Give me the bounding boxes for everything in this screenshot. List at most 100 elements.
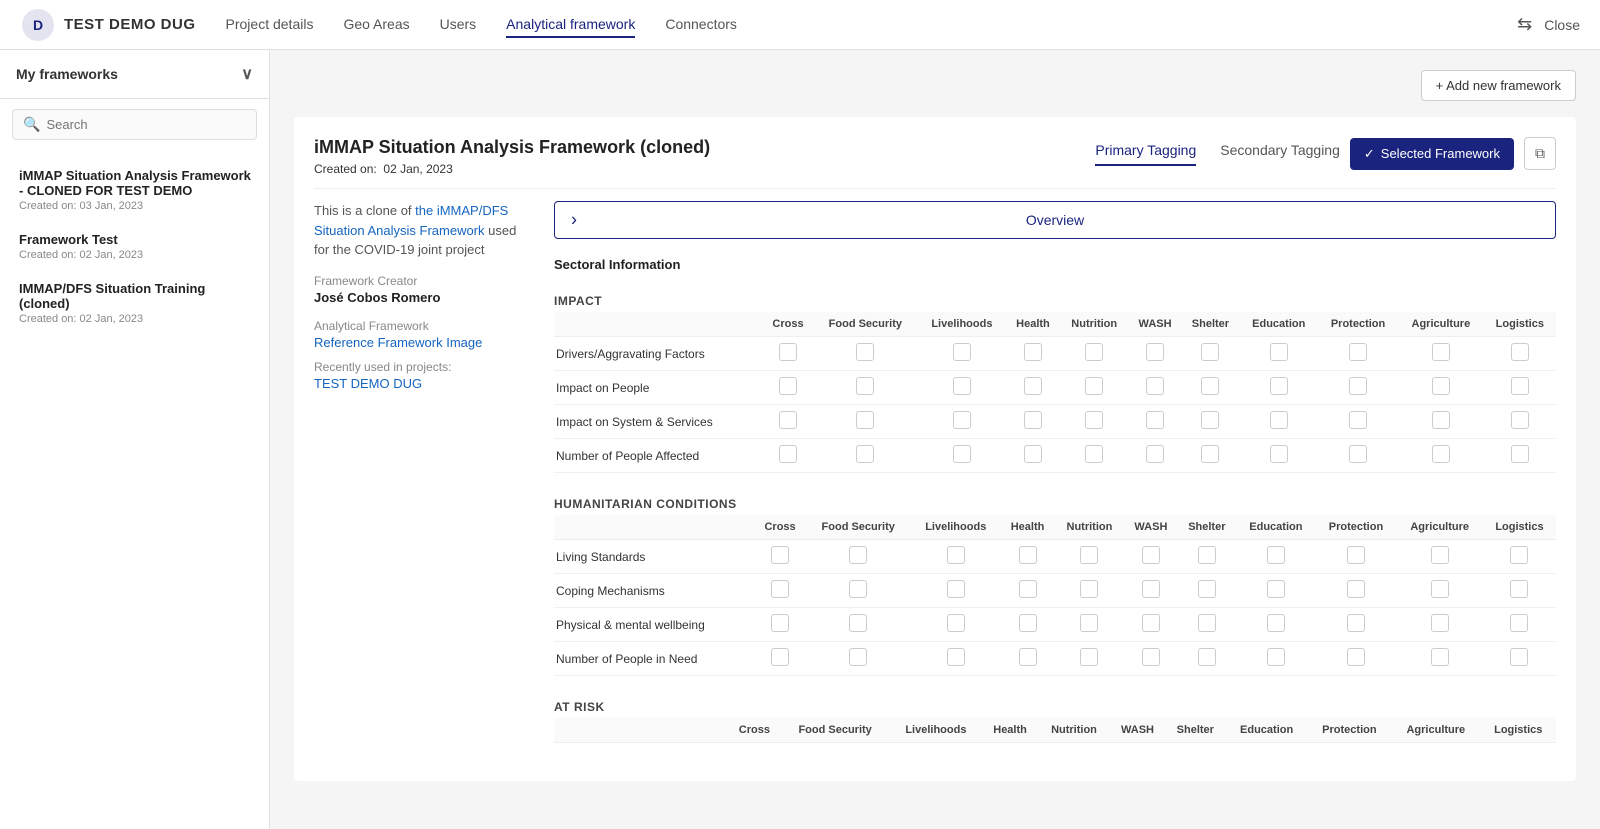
list-item[interactable]: Framework Test Created on: 02 Jan, 2023 (0, 222, 269, 271)
matrix-checkbox[interactable] (1198, 546, 1216, 564)
list-item[interactable]: IMMAP/DFS Situation Training (cloned) Cr… (0, 271, 269, 335)
matrix-checkbox[interactable] (1080, 648, 1098, 666)
matrix-checkbox[interactable] (1267, 614, 1285, 632)
nav-users[interactable]: Users (440, 12, 477, 38)
reference-image-link[interactable]: Reference Framework Image (314, 335, 482, 350)
matrix-checkbox[interactable] (1510, 648, 1528, 666)
matrix-checkbox[interactable] (771, 580, 789, 598)
immap-link[interactable]: the iMMAP/DFS Situation Analysis Framewo… (314, 203, 508, 238)
matrix-checkbox[interactable] (1510, 546, 1528, 564)
matrix-checkbox[interactable] (1431, 648, 1449, 666)
nav-connectors[interactable]: Connectors (665, 12, 737, 38)
matrix-checkbox[interactable] (947, 546, 965, 564)
list-item[interactable]: iMMAP Situation Analysis Framework - CLO… (0, 158, 269, 222)
matrix-checkbox[interactable] (1347, 614, 1365, 632)
matrix-checkbox[interactable] (1431, 546, 1449, 564)
matrix-checkbox[interactable] (953, 343, 971, 361)
chevron-down-icon[interactable]: ∨ (241, 64, 253, 84)
matrix-checkbox[interactable] (771, 648, 789, 666)
matrix-checkbox[interactable] (1511, 445, 1529, 463)
matrix-checkbox[interactable] (1201, 343, 1219, 361)
nav-project-details[interactable]: Project details (226, 12, 314, 38)
matrix-checkbox[interactable] (856, 377, 874, 395)
matrix-checkbox[interactable] (1349, 411, 1367, 429)
matrix-checkbox[interactable] (1432, 343, 1450, 361)
project-link[interactable]: TEST DEMO DUG (314, 376, 422, 391)
matrix-checkbox[interactable] (1142, 648, 1160, 666)
matrix-checkbox[interactable] (1019, 546, 1037, 564)
matrix-checkbox[interactable] (1349, 377, 1367, 395)
matrix-checkbox[interactable] (1431, 580, 1449, 598)
matrix-checkbox[interactable] (1146, 343, 1164, 361)
matrix-checkbox[interactable] (1146, 445, 1164, 463)
matrix-checkbox[interactable] (1267, 580, 1285, 598)
share-icon[interactable]: ⇆ (1517, 14, 1532, 35)
matrix-checkbox[interactable] (779, 377, 797, 395)
copy-framework-button[interactable]: ⧉ (1524, 137, 1556, 170)
matrix-checkbox[interactable] (1511, 377, 1529, 395)
matrix-checkbox[interactable] (1085, 377, 1103, 395)
matrix-checkbox[interactable] (1024, 343, 1042, 361)
matrix-checkbox[interactable] (947, 580, 965, 598)
matrix-checkbox[interactable] (1198, 580, 1216, 598)
matrix-checkbox[interactable] (1142, 580, 1160, 598)
matrix-checkbox[interactable] (1080, 580, 1098, 598)
matrix-checkbox[interactable] (1347, 546, 1365, 564)
matrix-checkbox[interactable] (1085, 343, 1103, 361)
matrix-checkbox[interactable] (849, 648, 867, 666)
matrix-checkbox[interactable] (1349, 445, 1367, 463)
matrix-checkbox[interactable] (1270, 411, 1288, 429)
matrix-checkbox[interactable] (1267, 546, 1285, 564)
matrix-checkbox[interactable] (953, 377, 971, 395)
matrix-checkbox[interactable] (1019, 580, 1037, 598)
matrix-checkbox[interactable] (1432, 445, 1450, 463)
matrix-checkbox[interactable] (1024, 377, 1042, 395)
matrix-checkbox[interactable] (1198, 614, 1216, 632)
matrix-checkbox[interactable] (1270, 377, 1288, 395)
matrix-checkbox[interactable] (771, 614, 789, 632)
matrix-checkbox[interactable] (779, 445, 797, 463)
matrix-checkbox[interactable] (1019, 648, 1037, 666)
matrix-checkbox[interactable] (849, 580, 867, 598)
matrix-checkbox[interactable] (1146, 377, 1164, 395)
matrix-checkbox[interactable] (1024, 411, 1042, 429)
selected-framework-button[interactable]: ✓ Selected Framework (1350, 138, 1514, 170)
matrix-checkbox[interactable] (779, 411, 797, 429)
add-framework-button[interactable]: + Add new framework (1421, 70, 1576, 101)
matrix-checkbox[interactable] (1201, 411, 1219, 429)
matrix-checkbox[interactable] (1080, 614, 1098, 632)
search-input[interactable] (46, 117, 246, 132)
matrix-checkbox[interactable] (1349, 343, 1367, 361)
matrix-checkbox[interactable] (849, 546, 867, 564)
matrix-checkbox[interactable] (1267, 648, 1285, 666)
matrix-checkbox[interactable] (1146, 411, 1164, 429)
matrix-checkbox[interactable] (1431, 614, 1449, 632)
tab-secondary-tagging[interactable]: Secondary Tagging (1220, 142, 1340, 166)
matrix-checkbox[interactable] (1270, 343, 1288, 361)
matrix-checkbox[interactable] (779, 343, 797, 361)
matrix-checkbox[interactable] (1198, 648, 1216, 666)
tab-primary-tagging[interactable]: Primary Tagging (1095, 142, 1196, 166)
matrix-checkbox[interactable] (856, 411, 874, 429)
matrix-checkbox[interactable] (947, 614, 965, 632)
matrix-checkbox[interactable] (1432, 411, 1450, 429)
close-button[interactable]: Close (1544, 17, 1580, 33)
matrix-checkbox[interactable] (856, 343, 874, 361)
nav-analytical-framework[interactable]: Analytical framework (506, 12, 635, 38)
matrix-checkbox[interactable] (1085, 411, 1103, 429)
nav-geo-areas[interactable]: Geo Areas (343, 12, 409, 38)
matrix-checkbox[interactable] (849, 614, 867, 632)
matrix-checkbox[interactable] (1080, 546, 1098, 564)
matrix-checkbox[interactable] (1432, 377, 1450, 395)
matrix-checkbox[interactable] (1511, 411, 1529, 429)
matrix-checkbox[interactable] (1024, 445, 1042, 463)
matrix-checkbox[interactable] (1510, 580, 1528, 598)
matrix-checkbox[interactable] (1142, 546, 1160, 564)
matrix-checkbox[interactable] (1270, 445, 1288, 463)
matrix-checkbox[interactable] (953, 445, 971, 463)
matrix-checkbox[interactable] (947, 648, 965, 666)
matrix-checkbox[interactable] (1085, 445, 1103, 463)
matrix-checkbox[interactable] (1201, 377, 1219, 395)
overview-tab[interactable]: Overview (554, 201, 1556, 239)
matrix-checkbox[interactable] (1510, 614, 1528, 632)
